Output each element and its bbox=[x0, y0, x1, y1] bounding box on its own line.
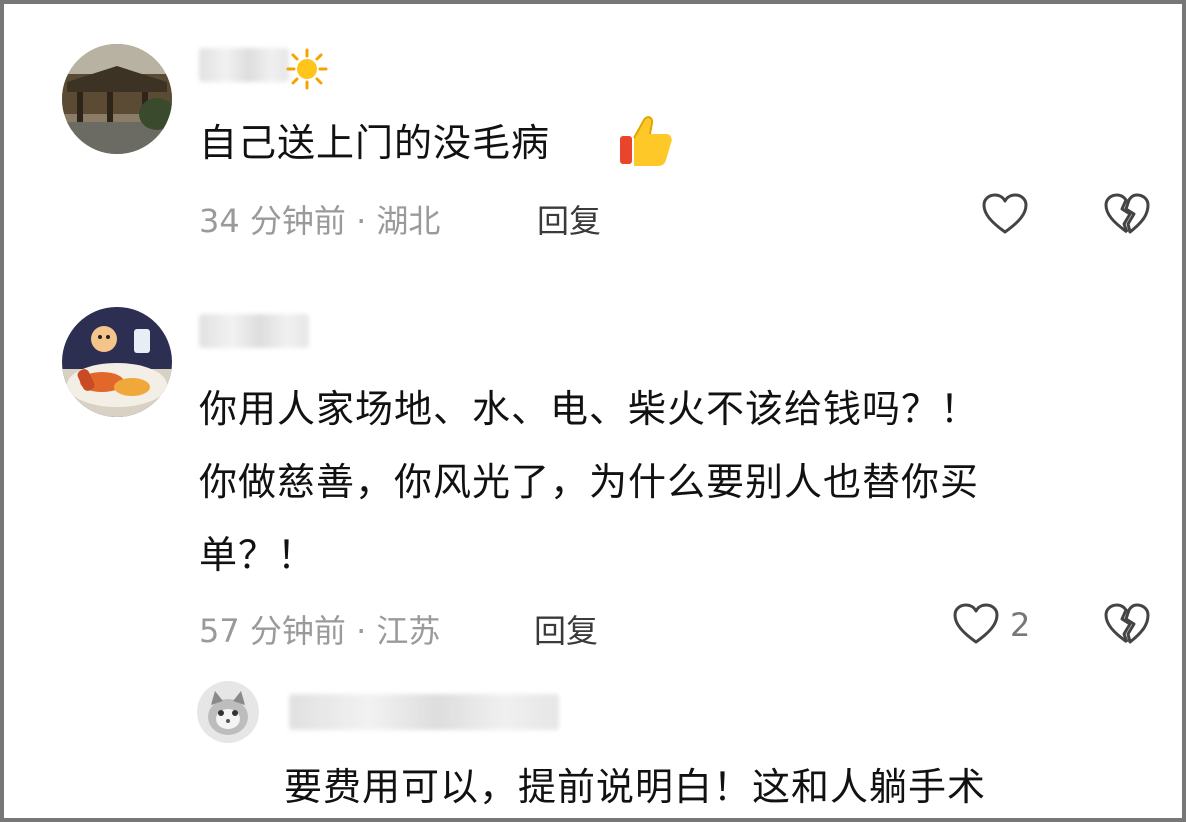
avatar[interactable] bbox=[62, 44, 172, 154]
comment-text: 要费用可以，提前说明白！这和人躺手术 bbox=[284, 765, 987, 809]
username[interactable] bbox=[199, 48, 289, 82]
meta-separator: · bbox=[345, 202, 377, 240]
comment-line: 你做慈善，你风光了，为什么要别人也替你买 bbox=[199, 460, 980, 504]
comment-meta: 34 分钟前 · 湖北 bbox=[199, 196, 440, 242]
avatar[interactable] bbox=[62, 307, 172, 417]
reply-button[interactable]: 回复 bbox=[537, 196, 601, 242]
comment-line: 单？！ bbox=[199, 533, 317, 577]
broken-heart-icon[interactable] bbox=[1103, 192, 1151, 240]
username[interactable] bbox=[289, 694, 559, 730]
comment-line: 你用人家场地、水、电、柴火不该给钱吗？！ bbox=[199, 387, 980, 431]
avatar[interactable] bbox=[197, 681, 259, 743]
broken-heart-icon[interactable] bbox=[1103, 602, 1151, 650]
comment-meta: 57 分钟前 · 江苏 bbox=[199, 606, 440, 652]
heart-outline-icon[interactable] bbox=[952, 602, 1000, 650]
like-count: 2 bbox=[1010, 606, 1031, 644]
comment-section: 自己送上门的没毛病 34 分钟前 · 湖北 回复 你用人家场地、水、电、柴火不该… bbox=[0, 0, 1186, 822]
comment-time: 34 分钟前 bbox=[199, 202, 346, 240]
meta-separator: · bbox=[345, 612, 377, 650]
username[interactable] bbox=[199, 314, 309, 348]
reply-button[interactable]: 回复 bbox=[534, 606, 598, 652]
comment-location: 湖北 bbox=[376, 202, 441, 240]
comment-time: 57 分钟前 bbox=[199, 612, 346, 650]
comment-text: 自己送上门的没毛病 bbox=[199, 121, 551, 165]
sun-emoji bbox=[286, 48, 328, 94]
heart-outline-icon[interactable] bbox=[981, 192, 1029, 240]
thumbs-up-emoji bbox=[616, 112, 674, 174]
comment-location: 江苏 bbox=[376, 612, 441, 650]
